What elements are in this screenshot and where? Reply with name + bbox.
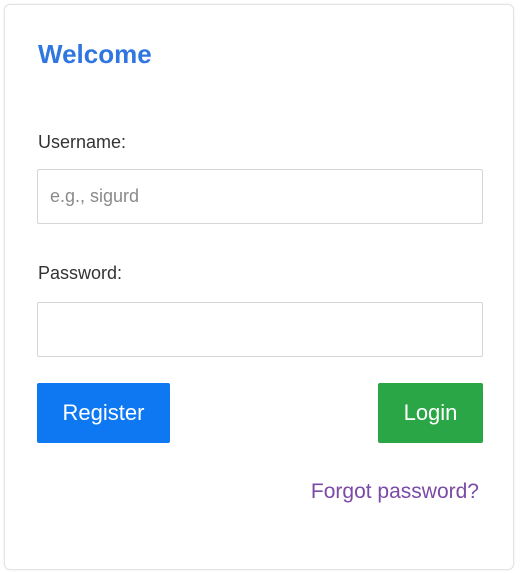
register-button[interactable]: Register xyxy=(37,383,170,443)
password-input[interactable] xyxy=(37,302,483,357)
username-label: Username: xyxy=(38,132,127,152)
username-input[interactable] xyxy=(37,169,483,224)
login-card: Welcome Username: Password: Register Log… xyxy=(4,4,514,570)
forgot-password-link[interactable]: Forgot password? xyxy=(311,480,479,504)
login-button[interactable]: Login xyxy=(378,383,483,443)
password-label: Password: xyxy=(38,263,123,283)
page-title: Welcome xyxy=(38,39,152,69)
